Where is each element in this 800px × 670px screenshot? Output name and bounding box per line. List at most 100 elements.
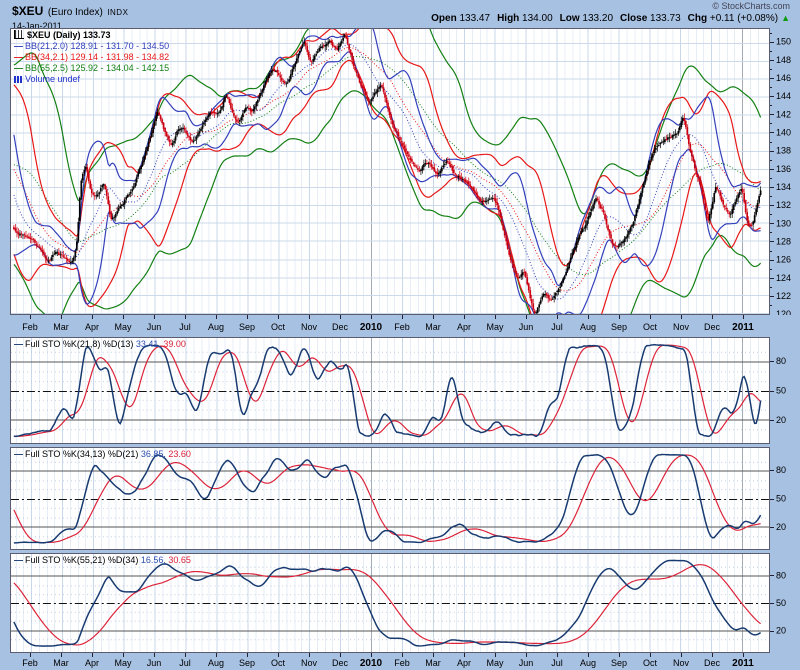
ohlc-value: 133.47 <box>457 13 490 24</box>
month-label: Apr <box>457 658 471 668</box>
date-axis-svg: Feb Mar Apr May Jun Jul Aug Sep Oct Nov Dec 2010 Feb… <box>10 653 770 670</box>
ohlc-value: 134.00 <box>519 13 552 24</box>
month-label: Sep <box>611 322 627 332</box>
ohlc-row: Open 133.47High 134.00Low 133.20Close 13… <box>424 13 790 24</box>
stoch-axis-ticks <box>770 471 774 528</box>
date-axis-ticks <box>31 315 744 319</box>
stoch-tick-label: 80 <box>776 570 786 580</box>
price-tick-label: 142 <box>776 109 791 119</box>
month-label: Oct <box>643 322 658 332</box>
month-label: Nov <box>301 322 318 332</box>
month-label: Mar <box>53 658 69 668</box>
ohlc-value: 133.20 <box>580 13 613 24</box>
stoch-axis-svg: 80 50 20 <box>770 447 800 550</box>
price-tick-label: 126 <box>776 255 791 265</box>
month-label: Sep <box>239 658 255 668</box>
month-label: May <box>114 322 132 332</box>
month-label: Jul <box>551 322 563 332</box>
ohlc-label: Open <box>431 13 457 24</box>
price-tick-label: 148 <box>776 55 791 65</box>
month-label: Dec <box>332 658 349 668</box>
stoch-tick-label: 50 <box>776 386 786 396</box>
ohlc-label: High <box>497 13 519 24</box>
price-tick-label: 120 <box>776 309 791 315</box>
month-label: Jun <box>147 322 162 332</box>
date-axis-mid: Feb Mar Apr May Jun Jul Aug Sep Oct Nov Dec 2010 Feb… <box>10 315 770 337</box>
stochastic-panel-2[interactable]: —Full STO %K(34,13) %D(21) 36.85, 23.60 <box>10 447 770 550</box>
month-label: Feb <box>22 658 38 668</box>
stochastic-svg <box>11 554 769 652</box>
month-label: Jul <box>179 658 191 668</box>
stochastic-axis-3: 80 50 20 <box>770 553 800 653</box>
stochastic-panel-1[interactable]: —Full STO %K(21,8) %D(13) 33.41, 39.00 <box>10 337 770 444</box>
copyright-link[interactable]: © StockCharts.com <box>424 1 790 11</box>
month-label: Aug <box>580 658 596 668</box>
stoch-tick-label: 50 <box>776 494 786 504</box>
price-chart-svg <box>11 29 769 314</box>
stoch-tick-label: 80 <box>776 356 786 366</box>
month-label: Dec <box>704 322 721 332</box>
price-tick-label: 134 <box>776 182 791 192</box>
symbol-name: (Euro Index) <box>48 7 103 18</box>
stoch-tick-label: 20 <box>776 626 786 636</box>
change-up-icon: ▲ <box>781 13 790 23</box>
stoch-axis-ticks <box>770 576 774 632</box>
month-label: Oct <box>271 658 286 668</box>
month-label: Oct <box>271 322 286 332</box>
month-label: Apr <box>457 322 471 332</box>
price-tick-label: 130 <box>776 218 791 228</box>
stoch-tick-label: 20 <box>776 415 786 425</box>
price-tick-label: 132 <box>776 200 791 210</box>
month-label: Aug <box>208 322 224 332</box>
month-label: Aug <box>208 658 224 668</box>
price-tick-label: 144 <box>776 91 791 101</box>
price-chart-panel[interactable]: $XEU (Daily) 133.73—BB(21,2.0) 128.91 - … <box>10 28 770 315</box>
date-axis-ticks <box>31 653 744 657</box>
year-label: 2010 <box>360 658 383 669</box>
symbol-label: $XEU <box>12 4 43 18</box>
price-tick-label: 146 <box>776 73 791 83</box>
stochastic-axis-1: 80 50 20 <box>770 337 800 444</box>
year-label: 2010 <box>360 322 383 333</box>
month-label: Mar <box>53 322 69 332</box>
ohlc-label: Chg <box>688 13 707 24</box>
ohlc-value: +0.11 (+0.08%) <box>707 13 778 24</box>
month-label: Dec <box>704 658 721 668</box>
price-tick-label: 122 <box>776 291 791 301</box>
month-label: Jul <box>551 658 563 668</box>
stoch-axis-svg: 80 50 20 <box>770 553 800 653</box>
month-label: Oct <box>643 658 658 668</box>
stoch-axis-ticks <box>770 362 774 421</box>
ohlc-label: Close <box>620 13 647 24</box>
month-label: Mar <box>425 658 441 668</box>
stoch-tick-label: 80 <box>776 465 786 475</box>
month-label: Aug <box>580 322 596 332</box>
price-axis-ticks <box>770 34 774 306</box>
month-label: Jun <box>147 658 162 668</box>
stoch-tick-label: 20 <box>776 522 786 532</box>
symbol-exchange: INDX <box>107 8 128 17</box>
stockcharts-chart-page: { "header": { "symbol": "$XEU", "name": … <box>0 0 800 670</box>
stochastic-panel-3[interactable]: —Full STO %K(55,21) %D(34) 16.56, 30.65 <box>10 553 770 653</box>
month-label: Feb <box>394 322 410 332</box>
stochastic-svg <box>11 448 769 549</box>
month-label: Dec <box>332 322 349 332</box>
price-axis-svg: 1201221241261281301321341361381401421441… <box>770 28 800 315</box>
month-label: Feb <box>22 322 38 332</box>
price-tick-label: 150 <box>776 37 791 47</box>
month-label: May <box>486 658 504 668</box>
month-label: Apr <box>85 322 99 332</box>
month-label: Jul <box>179 322 191 332</box>
month-label: Feb <box>394 658 410 668</box>
price-tick-label: 140 <box>776 127 791 137</box>
year-label: 2011 <box>732 322 754 333</box>
month-label: Nov <box>301 658 318 668</box>
month-label: Jun <box>519 322 534 332</box>
stoch-axis-svg: 80 50 20 <box>770 337 800 444</box>
stochastic-axis-2: 80 50 20 <box>770 447 800 550</box>
price-tick-label: 124 <box>776 273 791 283</box>
month-label: Sep <box>611 658 627 668</box>
symbol-block: $XEU (Euro Index) INDX 14-Jan-2011 <box>12 2 128 31</box>
stoch-tick-label: 50 <box>776 598 786 608</box>
chart-header: $XEU (Euro Index) INDX 14-Jan-2011 © Sto… <box>0 0 800 28</box>
